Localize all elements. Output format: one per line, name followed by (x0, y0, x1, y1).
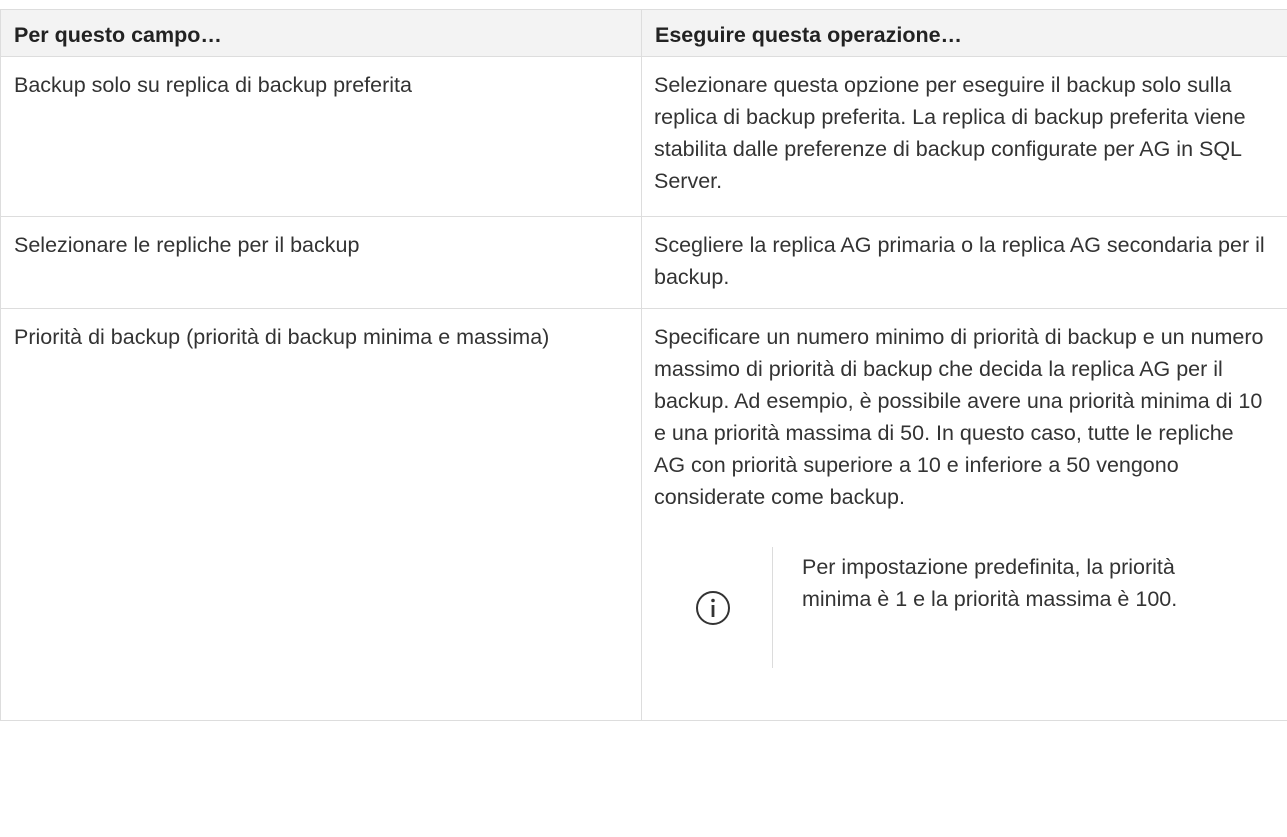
action-cell: Selezionare questa opzione per eseguire … (641, 56, 1287, 217)
header-row: Per questo campo… Eseguire questa operaz… (0, 9, 1287, 57)
table-row: Priorità di backup (priorità di backup m… (0, 308, 1287, 721)
note-text: Per impostazione predefinita, la priorit… (802, 555, 1178, 611)
note-icon-column (654, 547, 773, 668)
header-field-column: Per questo campo… (0, 9, 642, 57)
table-header: Per questo campo… Eseguire questa operaz… (0, 9, 1287, 57)
field-cell: Priorità di backup (priorità di backup m… (0, 308, 642, 721)
note-box: Per impostazione predefinita, la priorit… (654, 547, 1269, 668)
action-text: Specificare un numero minimo di priorità… (654, 325, 1264, 509)
table-row: Selezionare le repliche per il backup Sc… (0, 216, 1287, 309)
field-cell: Backup solo su replica di backup preferi… (0, 56, 642, 217)
options-table: Per questo campo… Eseguire questa operaz… (0, 9, 1287, 721)
header-action-column: Eseguire questa operazione… (641, 9, 1287, 57)
table-row: Backup solo su replica di backup preferi… (0, 56, 1287, 217)
action-cell-with-note: Specificare un numero minimo di priorità… (641, 308, 1287, 721)
field-cell: Selezionare le repliche per il backup (0, 216, 642, 309)
action-cell: Scegliere la replica AG primaria o la re… (641, 216, 1287, 309)
info-icon (696, 590, 730, 625)
